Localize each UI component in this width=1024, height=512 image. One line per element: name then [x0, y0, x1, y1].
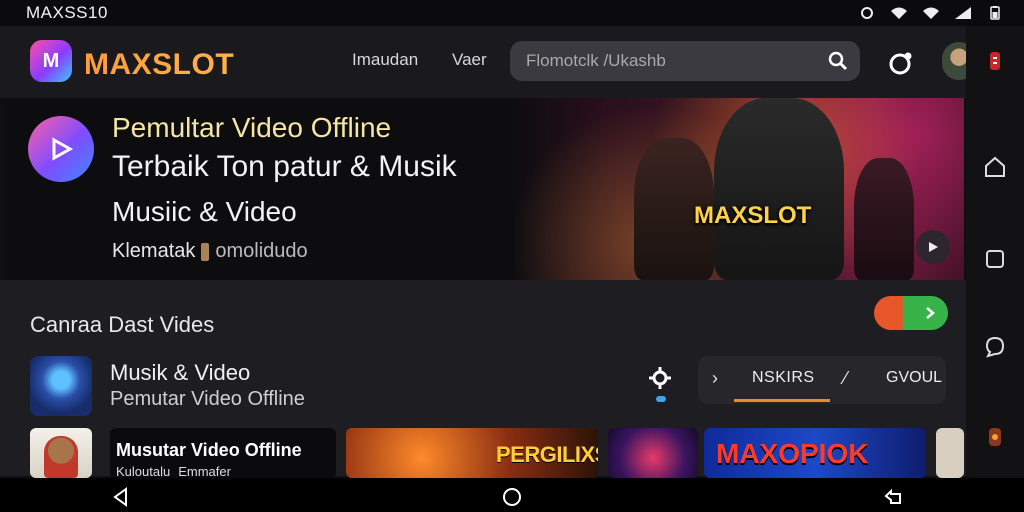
- media-card[interactable]: MAXOPIOK: [704, 428, 926, 478]
- hero-meta-label: Klematak: [112, 240, 196, 262]
- play-icon: [52, 137, 74, 161]
- nav-link-2[interactable]: Vaer: [452, 50, 487, 70]
- right-rail: [966, 26, 1024, 476]
- chat-icon[interactable]: [982, 334, 1008, 360]
- search-icon[interactable]: [828, 51, 848, 71]
- notification-icon[interactable]: [888, 50, 914, 76]
- card-meta-1: Kuloutalu: [116, 464, 171, 478]
- hero-play-button[interactable]: [28, 116, 94, 182]
- search-bar[interactable]: [510, 41, 860, 81]
- gear-icon[interactable]: [648, 366, 672, 390]
- wifi-icon: [923, 7, 939, 19]
- card-title: MAXOPIOK: [716, 438, 869, 469]
- logo-letter: M: [42, 49, 60, 72]
- chevron-right-icon: [926, 307, 935, 319]
- search-input[interactable]: [526, 51, 816, 71]
- media-card[interactable]: PERGILIXS: [346, 428, 598, 478]
- card-strip: Musutar Video Offline Kuloutalu Emmafer …: [0, 428, 966, 478]
- system-nav-bar: [0, 478, 1024, 512]
- section-toggle[interactable]: [874, 296, 948, 330]
- row-subtitle: Pemutar Video Offline: [110, 388, 305, 410]
- filter-chip-active[interactable]: NSKIRS: [752, 369, 815, 387]
- status-bar: MAXSS10: [0, 0, 1024, 26]
- hero-meta: Klematak omolidudo: [112, 240, 308, 263]
- hero-artwork: [514, 98, 964, 280]
- sync-icon: [861, 7, 873, 19]
- media-card[interactable]: Musutar Video Offline Kuloutalu Emmafer: [110, 428, 336, 478]
- chevron-right-icon[interactable]: ›: [712, 368, 718, 389]
- status-icons: [858, 6, 1004, 20]
- app-header: M MAXSLOT Imaudan Vaer: [0, 26, 1024, 98]
- main-content: Canraa Dast Vides Musik & Video Pemutar …: [0, 280, 966, 478]
- hero-meta-value: omolidudo: [215, 240, 308, 262]
- section-title: Canraa Dast Vides: [30, 312, 215, 337]
- edit-icon[interactable]: ⁄: [844, 368, 847, 389]
- signal-icon: [955, 7, 971, 19]
- media-card[interactable]: [608, 428, 698, 478]
- back-icon[interactable]: [110, 486, 132, 508]
- card-meta-2: Emmafer: [178, 464, 231, 478]
- home-button-icon[interactable]: [501, 486, 523, 508]
- list-item[interactable]: Musik & Video Pemutar Video Offline › NS…: [0, 352, 966, 422]
- menu-icon[interactable]: [982, 48, 1008, 74]
- library-icon[interactable]: [982, 246, 1008, 272]
- hero-banner[interactable]: Pemultar Video Offline Terbaik Ton patur…: [4, 98, 964, 280]
- card-thumbnail: [44, 436, 78, 478]
- wifi-icon: [891, 7, 907, 19]
- app-logo[interactable]: M: [30, 40, 72, 82]
- card-meta: Kuloutalu Emmafer: [116, 464, 231, 478]
- card-title: PERGILIXS: [496, 442, 598, 467]
- nav-link-1[interactable]: Imaudan: [352, 50, 418, 70]
- hero-brand-text: MAXSLOT: [694, 202, 812, 229]
- hero-heading: Terbaik Ton patur & Musik: [112, 150, 457, 183]
- card-title: Musutar Video Offline: [116, 440, 302, 460]
- play-small-icon: [929, 242, 938, 252]
- brand-name[interactable]: MAXSLOT: [84, 48, 234, 82]
- battery-icon: [990, 6, 1000, 20]
- row-title: Musik & Video: [110, 360, 251, 385]
- active-indicator: [656, 396, 666, 402]
- hero-subheading: Musiic & Video: [112, 196, 297, 227]
- media-card[interactable]: [30, 428, 92, 478]
- status-bar-title: MAXSS10: [26, 3, 108, 22]
- recents-icon[interactable]: [882, 486, 904, 508]
- home-icon[interactable]: [982, 154, 1008, 180]
- hero-title: Pemultar Video Offline: [112, 112, 392, 143]
- media-card[interactable]: [936, 428, 964, 478]
- row-thumbnail: [30, 356, 92, 416]
- active-tab-underline: [734, 399, 830, 402]
- hero-figure-right: [854, 158, 914, 280]
- filter-chip[interactable]: GVOUL: [886, 369, 942, 387]
- hero-figure-center: [714, 98, 844, 280]
- record-icon[interactable]: [982, 424, 1008, 450]
- hero-next-button[interactable]: [916, 230, 950, 264]
- divider: [201, 242, 210, 261]
